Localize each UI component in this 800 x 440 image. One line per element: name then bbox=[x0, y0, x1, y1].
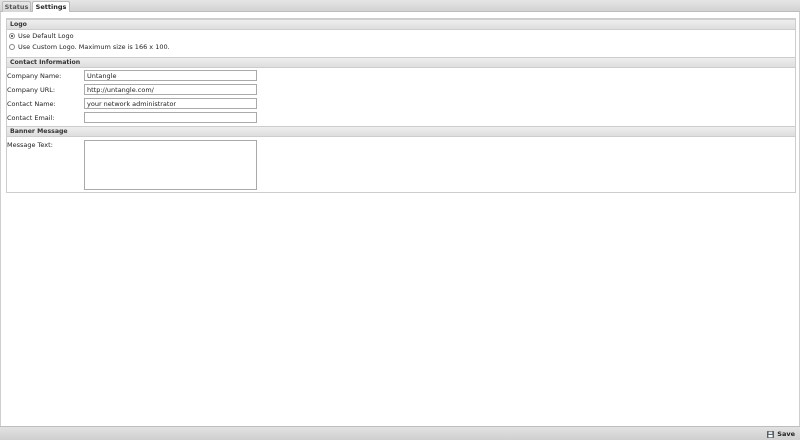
company-url-input[interactable] bbox=[84, 84, 257, 95]
company-url-label: Company URL: bbox=[7, 86, 56, 94]
company-name-label: Company Name: bbox=[7, 72, 62, 80]
contact-section-header: Contact Information bbox=[7, 57, 795, 68]
company-name-input[interactable] bbox=[84, 70, 257, 81]
tab-bar: Status Settings bbox=[0, 0, 800, 13]
custom-logo-label: Use Custom Logo. Maximum size is 166 x 1… bbox=[18, 43, 170, 51]
banner-section-header: Banner Message bbox=[7, 126, 795, 137]
bottom-toolbar: Save bbox=[0, 426, 800, 440]
contact-name-input[interactable] bbox=[84, 98, 257, 109]
custom-logo-option[interactable]: Use Custom Logo. Maximum size is 166 x 1… bbox=[9, 43, 170, 52]
default-logo-option[interactable]: Use Default Logo bbox=[9, 32, 74, 41]
settings-content: Logo Use Default Logo Use Custom Logo. M… bbox=[0, 12, 800, 426]
floppy-disk-icon bbox=[767, 430, 775, 438]
contact-name-label: Contact Name: bbox=[7, 100, 56, 108]
settings-panel: Logo Use Default Logo Use Custom Logo. M… bbox=[6, 18, 796, 193]
save-label: Save bbox=[777, 430, 795, 438]
message-text-area[interactable] bbox=[84, 140, 257, 190]
save-button[interactable]: Save bbox=[767, 429, 795, 439]
logo-section-header: Logo bbox=[7, 19, 795, 30]
custom-logo-radio[interactable] bbox=[9, 44, 15, 50]
tab-status[interactable]: Status bbox=[2, 1, 31, 12]
default-logo-radio[interactable] bbox=[9, 33, 15, 39]
message-text-label: Message Text: bbox=[7, 141, 53, 149]
default-logo-label: Use Default Logo bbox=[18, 32, 74, 40]
contact-email-label: Contact Email: bbox=[7, 114, 55, 122]
contact-email-input[interactable] bbox=[84, 112, 257, 123]
